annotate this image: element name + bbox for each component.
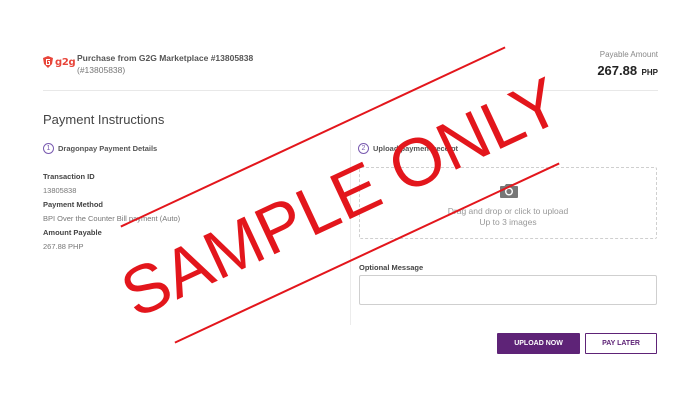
transaction-id-value: 13805838: [43, 186, 77, 195]
step-label: Upload payment receipt: [373, 144, 459, 153]
step-label: Dragonpay Payment Details: [58, 144, 158, 153]
payment-method-label: Payment Method: [43, 200, 104, 209]
purchase-title: Purchase from G2G Marketplace #13805838: [77, 53, 254, 63]
payable-amount-label: Payable Amount: [599, 50, 658, 59]
g2g-logo: g2g: [43, 56, 76, 68]
step-upload-receipt: 2 Upload payment receipt: [358, 143, 458, 154]
step-number: 1: [43, 143, 54, 154]
step-number: 2: [358, 143, 369, 154]
page-title: Payment Instructions: [43, 112, 165, 127]
payment-details: Transaction ID 13805838 Payment Method B…: [43, 170, 180, 254]
header-divider: [43, 90, 658, 91]
pay-later-button[interactable]: PAY LATER: [585, 333, 657, 354]
receipt-upload-dropzone[interactable]: Drag and drop or click to upload Up to 3…: [359, 167, 657, 239]
order-header: g2g Purchase from G2G Marketplace #13805…: [0, 0, 700, 90]
camera-icon: [500, 184, 518, 198]
amount-payable-label: Amount Payable: [43, 228, 102, 237]
logo-text: g2g: [55, 56, 76, 68]
shield-icon: [43, 56, 53, 68]
optional-message-label: Optional Message: [359, 263, 424, 272]
optional-message-input[interactable]: [359, 275, 657, 305]
payable-amount: 267.88 PHP: [597, 62, 658, 80]
payable-amount-value: 267.88: [597, 63, 638, 78]
upload-now-button[interactable]: UPLOAD NOW: [497, 333, 580, 354]
purchase-order-id: (#13805838): [77, 65, 126, 75]
payment-method-value: BPI Over the Counter Bill payment (Auto): [43, 214, 181, 223]
payable-amount-currency: PHP: [641, 68, 658, 77]
column-divider: [350, 140, 351, 325]
dropzone-limit: Up to 3 images: [479, 217, 537, 227]
step-dragonpay-details: 1 Dragonpay Payment Details: [43, 143, 157, 154]
transaction-id-label: Transaction ID: [43, 172, 95, 181]
amount-payable-value: 267.88 PHP: [43, 242, 84, 251]
dropzone-instruction: Drag and drop or click to upload: [447, 206, 569, 216]
